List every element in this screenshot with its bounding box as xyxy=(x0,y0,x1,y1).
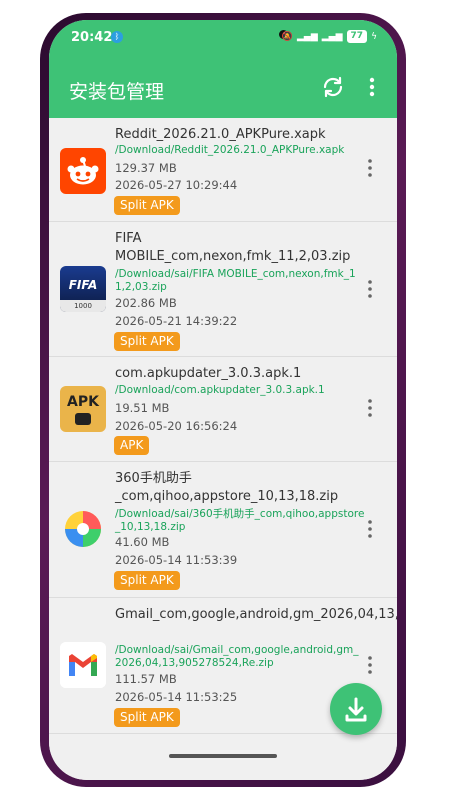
fifa-icon: FIFA 1000 xyxy=(60,266,106,312)
battery-level: 77 xyxy=(346,30,368,43)
list-item[interactable]: APK com.apkupdater_3.0.3.apk.1 /Download… xyxy=(49,357,397,462)
item-path: /Download/com.apkupdater_3.0.3.apk.1 xyxy=(115,384,325,396)
app-bar: 安装包管理 xyxy=(49,55,397,118)
item-size: 129.37 MB xyxy=(115,161,177,175)
item-date: 2026-05-20 16:56:24 xyxy=(115,419,238,433)
item-path: /Download/sai/FIFA MOBILE_com,nexon,fmk_… xyxy=(115,268,356,293)
apk-icon: APK xyxy=(60,386,106,432)
thumbs-up-icon xyxy=(75,413,91,425)
item-date: 2026-05-14 11:53:25 xyxy=(115,690,238,704)
fifa-icon-text: FIFA xyxy=(68,278,98,292)
bluetooth-icon: ᛒ xyxy=(111,31,123,43)
page-title: 安装包管理 xyxy=(69,81,165,103)
refresh-icon[interactable] xyxy=(321,75,345,99)
item-path: /Download/sai/Gmail_com,google,android,g… xyxy=(115,644,359,669)
list-item[interactable]: 360手机助手_com,qihoo,appstore_10,13,18.zip … xyxy=(49,462,397,598)
download-icon xyxy=(345,697,367,722)
item-size: 41.60 MB xyxy=(115,535,170,549)
screen: 20:42 ᛒ 🔕 ▂▄▆ ▂▄▆ 77 ϟ 安装包管理 Reddit_2026… xyxy=(49,20,397,780)
reddit-icon xyxy=(60,148,106,194)
gmail-icon xyxy=(60,642,106,688)
charging-icon: ϟ xyxy=(371,31,377,42)
item-size: 111.57 MB xyxy=(115,672,177,686)
list-item[interactable]: FIFA 1000 FIFA MOBILE_com,nexon,fmk_11,2… xyxy=(49,222,397,357)
more-vert-icon[interactable] xyxy=(367,75,377,99)
item-name: com.apkupdater_3.0.3.apk.1 xyxy=(115,366,302,381)
apk-icon-text: APK xyxy=(67,394,99,410)
item-name: 360手机助手_com,qihoo,appstore_10,13,18.zip xyxy=(115,471,339,504)
gesture-bar[interactable] xyxy=(169,754,277,758)
item-more-icon[interactable] xyxy=(366,519,374,539)
mute-icon: 🔕 xyxy=(281,31,293,42)
signal-icon-2: ▂▄▆ xyxy=(321,31,343,42)
item-date: 2026-05-14 11:53:39 xyxy=(115,553,238,567)
360-icon xyxy=(60,506,106,552)
item-date: 2026-05-27 10:29:44 xyxy=(115,178,238,192)
item-size: 202.86 MB xyxy=(115,296,177,310)
type-badge: Split APK xyxy=(114,571,180,590)
item-size: 19.51 MB xyxy=(115,401,170,415)
type-badge: Split APK xyxy=(114,196,180,215)
item-name: FIFA MOBILE_com,nexon,fmk_11,2,03.zip xyxy=(115,231,351,264)
status-bar: 20:42 ᛒ 🔕 ▂▄▆ ▂▄▆ 77 ϟ xyxy=(49,20,397,55)
item-date: 2026-05-21 14:39:22 xyxy=(115,314,238,328)
item-path: /Download/sai/360手机助手_com,qihoo,appstore… xyxy=(115,508,365,533)
status-icons: 🔕 ▂▄▆ ▂▄▆ 77 ϟ xyxy=(282,30,377,43)
item-more-icon[interactable] xyxy=(366,655,374,675)
list-item[interactable]: Reddit_2026.21.0_APKPure.xapk /Download/… xyxy=(49,118,397,222)
type-badge: Split APK xyxy=(114,332,180,351)
item-name: Reddit_2026.21.0_APKPure.xapk xyxy=(115,127,326,142)
item-path: /Download/Reddit_2026.21.0_APKPure.xapk xyxy=(115,144,345,156)
item-more-icon[interactable] xyxy=(366,279,374,299)
item-name: Gmail_com,google,android,gm_2026,04,13,9… xyxy=(115,607,397,622)
item-more-icon[interactable] xyxy=(366,158,374,178)
install-fab[interactable] xyxy=(330,683,382,735)
status-time: 20:42 xyxy=(71,30,113,45)
type-badge: APK xyxy=(114,436,150,455)
fifa-icon-sub: 1000 xyxy=(60,300,106,312)
item-more-icon[interactable] xyxy=(366,398,374,418)
type-badge: Split APK xyxy=(114,708,180,727)
signal-icon: ▂▄▆ xyxy=(297,31,318,42)
